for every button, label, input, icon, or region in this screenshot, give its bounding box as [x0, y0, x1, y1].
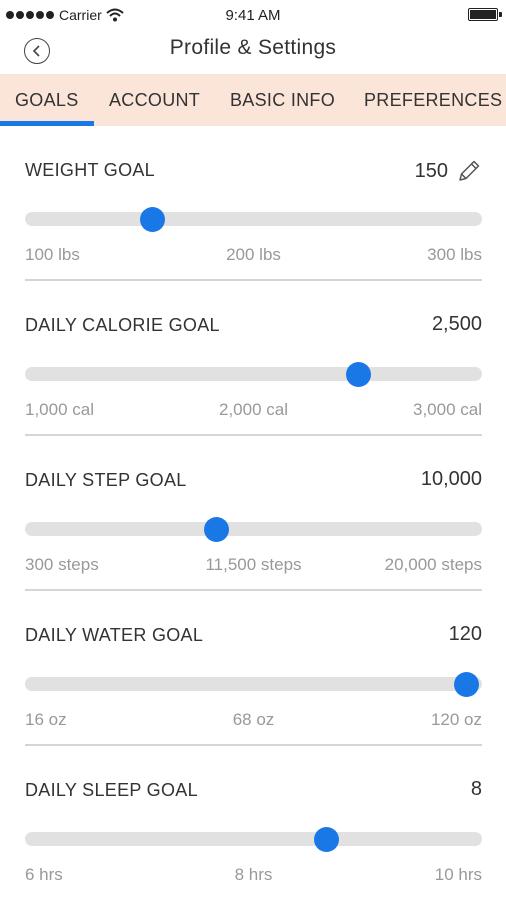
status-time: 9:41 AM	[225, 7, 281, 24]
sleep-slider-thumb[interactable]	[314, 827, 340, 852]
tab-basic-info[interactable]: BASIC INFO	[230, 74, 335, 126]
range-max-label: 20,000 steps	[384, 555, 482, 574]
water-slider-thumb[interactable]	[453, 672, 479, 697]
goal-label: DAILY SLEEP GOAL	[25, 780, 198, 800]
range-max-label: 120 oz	[430, 710, 482, 729]
range-max-label: 10 hrs	[434, 865, 482, 884]
goal-label: DAILY STEP GOAL	[25, 470, 187, 490]
tab-bar: GOALS ACCOUNT BASIC INFO PREFERENCES	[0, 74, 506, 126]
goal-label: DAILY CALORIE GOAL	[25, 315, 220, 335]
step-goal-section: DAILY STEP GOAL 10,000 300 steps 11,500 …	[25, 436, 482, 591]
step-slider-thumb[interactable]	[204, 517, 230, 542]
goal-value: 120	[448, 623, 482, 645]
page-title: Profile & Settings	[169, 36, 337, 59]
goal-value: 2,500	[431, 313, 482, 335]
weight-slider-thumb[interactable]	[140, 207, 166, 232]
range-min-label: 1,000 cal	[25, 400, 94, 419]
goal-value: 150	[414, 159, 448, 182]
nav-bar: Profile & Settings	[0, 30, 506, 74]
tab-goals[interactable]: GOALS	[15, 74, 79, 126]
goal-label: WEIGHT GOAL	[25, 160, 155, 180]
calorie-slider-thumb[interactable]	[346, 362, 372, 387]
goal-value: 8	[470, 778, 482, 800]
sleep-goal-section: DAILY SLEEP GOAL 8 6 hrs 8 hrs 10 hrs	[25, 746, 482, 900]
range-max-label: 3,000 cal	[413, 400, 482, 419]
goal-value-wrap: 10,000	[421, 468, 482, 491]
range-min-label: 100 lbs	[25, 245, 80, 264]
weight-slider-track[interactable]	[25, 212, 482, 226]
range-min-label: 6 hrs	[25, 865, 63, 884]
goal-value: 10,000	[420, 468, 482, 490]
goal-value-wrap: 120	[449, 623, 482, 646]
weight-goal-section: WEIGHT GOAL 150 100 lbs 200 lbs 300 lbs	[25, 126, 482, 281]
pencil-icon[interactable]	[456, 158, 482, 184]
battery-icon	[468, 8, 502, 21]
range-mid-label: 11,500 steps	[205, 555, 302, 574]
goal-value-wrap: 150	[415, 158, 482, 184]
range-max-label: 300 lbs	[427, 245, 482, 264]
calorie-slider-track[interactable]	[25, 367, 482, 381]
range-min-label: 300 steps	[25, 555, 99, 574]
range-min-label: 16 oz	[25, 710, 67, 729]
goal-value-wrap: 8	[471, 778, 482, 801]
tab-account[interactable]: ACCOUNT	[109, 74, 200, 126]
range-mid-label: 68 oz	[232, 710, 275, 729]
water-slider-track[interactable]	[25, 677, 482, 691]
sleep-slider-track[interactable]	[25, 832, 482, 846]
range-mid-label: 8 hrs	[234, 865, 273, 884]
goal-label: DAILY WATER GOAL	[25, 625, 204, 645]
range-mid-label: 200 lbs	[226, 245, 281, 264]
step-slider-track[interactable]	[25, 522, 482, 536]
tab-preferences[interactable]: PREFERENCES	[364, 74, 502, 126]
range-mid-label: 2,000 cal	[219, 400, 288, 419]
water-goal-section: DAILY WATER GOAL 120 16 oz 68 oz 120 oz	[25, 591, 482, 746]
status-bar: Carrier 9:41 AM	[0, 0, 506, 30]
calorie-goal-section: DAILY CALORIE GOAL 2,500 1,000 cal 2,000…	[25, 281, 482, 436]
goal-value-wrap: 2,500	[432, 313, 482, 336]
